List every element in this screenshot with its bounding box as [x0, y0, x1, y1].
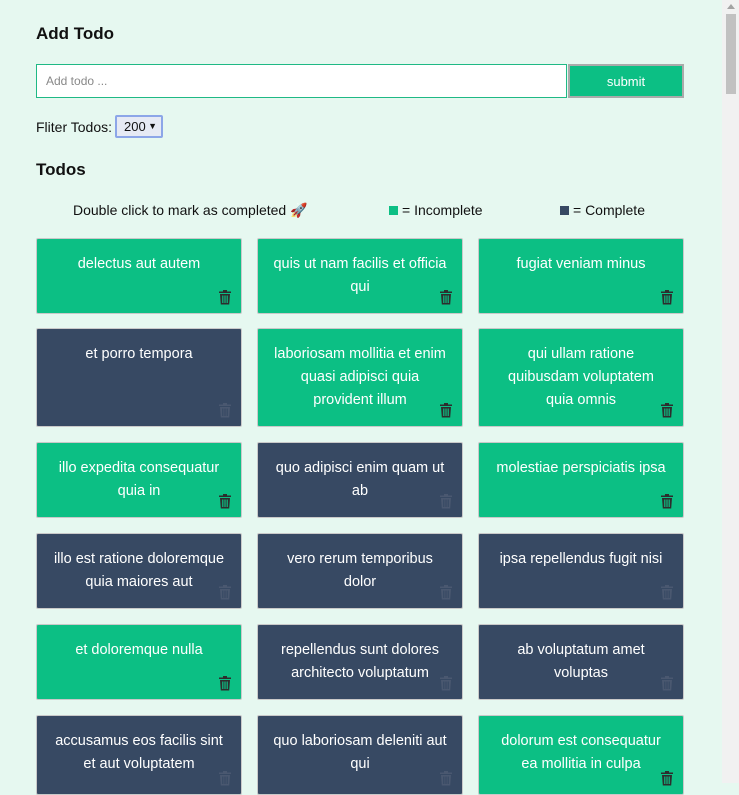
todo-item[interactable]: molestiae perspiciatis ipsa [478, 442, 684, 518]
todo-title: delectus aut autem [77, 256, 201, 272]
todo-item[interactable]: laboriosam mollitia et enim quasi adipis… [257, 328, 463, 427]
todo-title: illo expedita consequatur quia in [58, 460, 220, 499]
legend-incomplete-label: = Incomplete [402, 202, 483, 218]
todo-title: quo adipisci enim quam ut ab [275, 460, 445, 499]
add-todo-form: submit [36, 64, 684, 98]
todo-item[interactable]: accusamus eos facilis sint et aut volupt… [36, 715, 242, 795]
submit-button[interactable]: submit [568, 64, 684, 98]
incomplete-swatch [389, 205, 398, 215]
todo-item[interactable]: quo adipisci enim quam ut ab [257, 442, 463, 518]
trash-icon[interactable] [660, 770, 674, 786]
todo-title: et porro tempora [85, 346, 193, 362]
todo-item[interactable]: ab voluptatum amet voluptas [478, 624, 684, 700]
todo-title: et doloremque nulla [75, 642, 203, 658]
add-todo-heading: Add Todo [36, 24, 115, 43]
legend-complete-label: = Complete [573, 202, 645, 218]
todo-title: vero rerum temporibus dolor [287, 551, 433, 590]
todo-title: laboriosam mollitia et enim quasi adipis… [274, 346, 446, 408]
legend-incomplete: = Incomplete [389, 202, 483, 218]
todo-title: accusamus eos facilis sint et aut volupt… [55, 733, 223, 772]
complete-swatch [560, 205, 569, 215]
todo-item[interactable]: quis ut nam facilis et officia qui [257, 238, 463, 314]
trash-icon[interactable] [660, 675, 674, 691]
todo-item[interactable]: fugiat veniam minus [478, 238, 684, 314]
scroll-up-arrow-icon[interactable] [727, 4, 735, 9]
trash-icon[interactable] [218, 770, 232, 786]
todo-item[interactable]: illo expedita consequatur quia in [36, 442, 242, 518]
todo-item[interactable]: et doloremque nulla [36, 624, 242, 700]
todo-title: quis ut nam facilis et officia qui [273, 256, 447, 295]
todo-title: repellendus sunt dolores architecto volu… [281, 642, 439, 681]
filter-select[interactable]: 200 ▼ [115, 115, 163, 138]
todo-item[interactable]: et porro tempora [36, 328, 242, 427]
filter-selected-value: 200 [124, 119, 146, 134]
trash-icon[interactable] [439, 402, 453, 418]
todo-item[interactable]: qui ullam ratione quibusdam voluptatem q… [478, 328, 684, 427]
trash-icon[interactable] [439, 675, 453, 691]
todo-item[interactable]: vero rerum temporibus dolor [257, 533, 463, 609]
todo-item[interactable]: repellendus sunt dolores architecto volu… [257, 624, 463, 700]
trash-icon[interactable] [218, 402, 232, 418]
todos-heading: Todos [36, 160, 86, 179]
todo-title: quo laboriosam deleniti aut qui [273, 733, 447, 772]
scrollbar-thumb[interactable] [726, 14, 736, 94]
todo-item[interactable]: quo laboriosam deleniti aut qui [257, 715, 463, 795]
todo-item[interactable]: ipsa repellendus fugit nisi [478, 533, 684, 609]
add-todo-input[interactable] [36, 64, 567, 98]
todo-title: ab voluptatum amet voluptas [517, 642, 645, 681]
filter-label: Fliter Todos: [36, 118, 112, 135]
dropdown-arrow-icon: ▼ [148, 121, 157, 131]
trash-icon[interactable] [660, 493, 674, 509]
trash-icon[interactable] [660, 289, 674, 305]
todo-title: illo est ratione doloremque quia maiores… [53, 551, 225, 590]
filter-row: Fliter Todos: 200 ▼ [36, 115, 163, 138]
trash-icon[interactable] [439, 289, 453, 305]
todo-title: dolorum est consequatur ea mollitia in c… [501, 733, 661, 772]
trash-icon[interactable] [218, 493, 232, 509]
todo-title: qui ullam ratione quibusdam voluptatem q… [508, 346, 654, 408]
trash-icon[interactable] [439, 584, 453, 600]
trash-icon[interactable] [218, 584, 232, 600]
todo-item[interactable]: illo est ratione doloremque quia maiores… [36, 533, 242, 609]
todo-title: molestiae perspiciatis ipsa [496, 460, 666, 476]
double-click-hint: Double click to mark as completed 🚀 [73, 202, 308, 218]
trash-icon[interactable] [218, 289, 232, 305]
trash-icon[interactable] [439, 770, 453, 786]
todo-item[interactable]: delectus aut autem [36, 238, 242, 314]
todo-item[interactable]: dolorum est consequatur ea mollitia in c… [478, 715, 684, 795]
scrollbar[interactable] [722, 0, 739, 783]
trash-icon[interactable] [660, 402, 674, 418]
trash-icon[interactable] [218, 675, 232, 691]
todo-title: ipsa repellendus fugit nisi [499, 551, 663, 567]
trash-icon[interactable] [439, 493, 453, 509]
todo-title: fugiat veniam minus [516, 256, 646, 272]
trash-icon[interactable] [660, 584, 674, 600]
legend-complete: = Complete [560, 202, 645, 218]
